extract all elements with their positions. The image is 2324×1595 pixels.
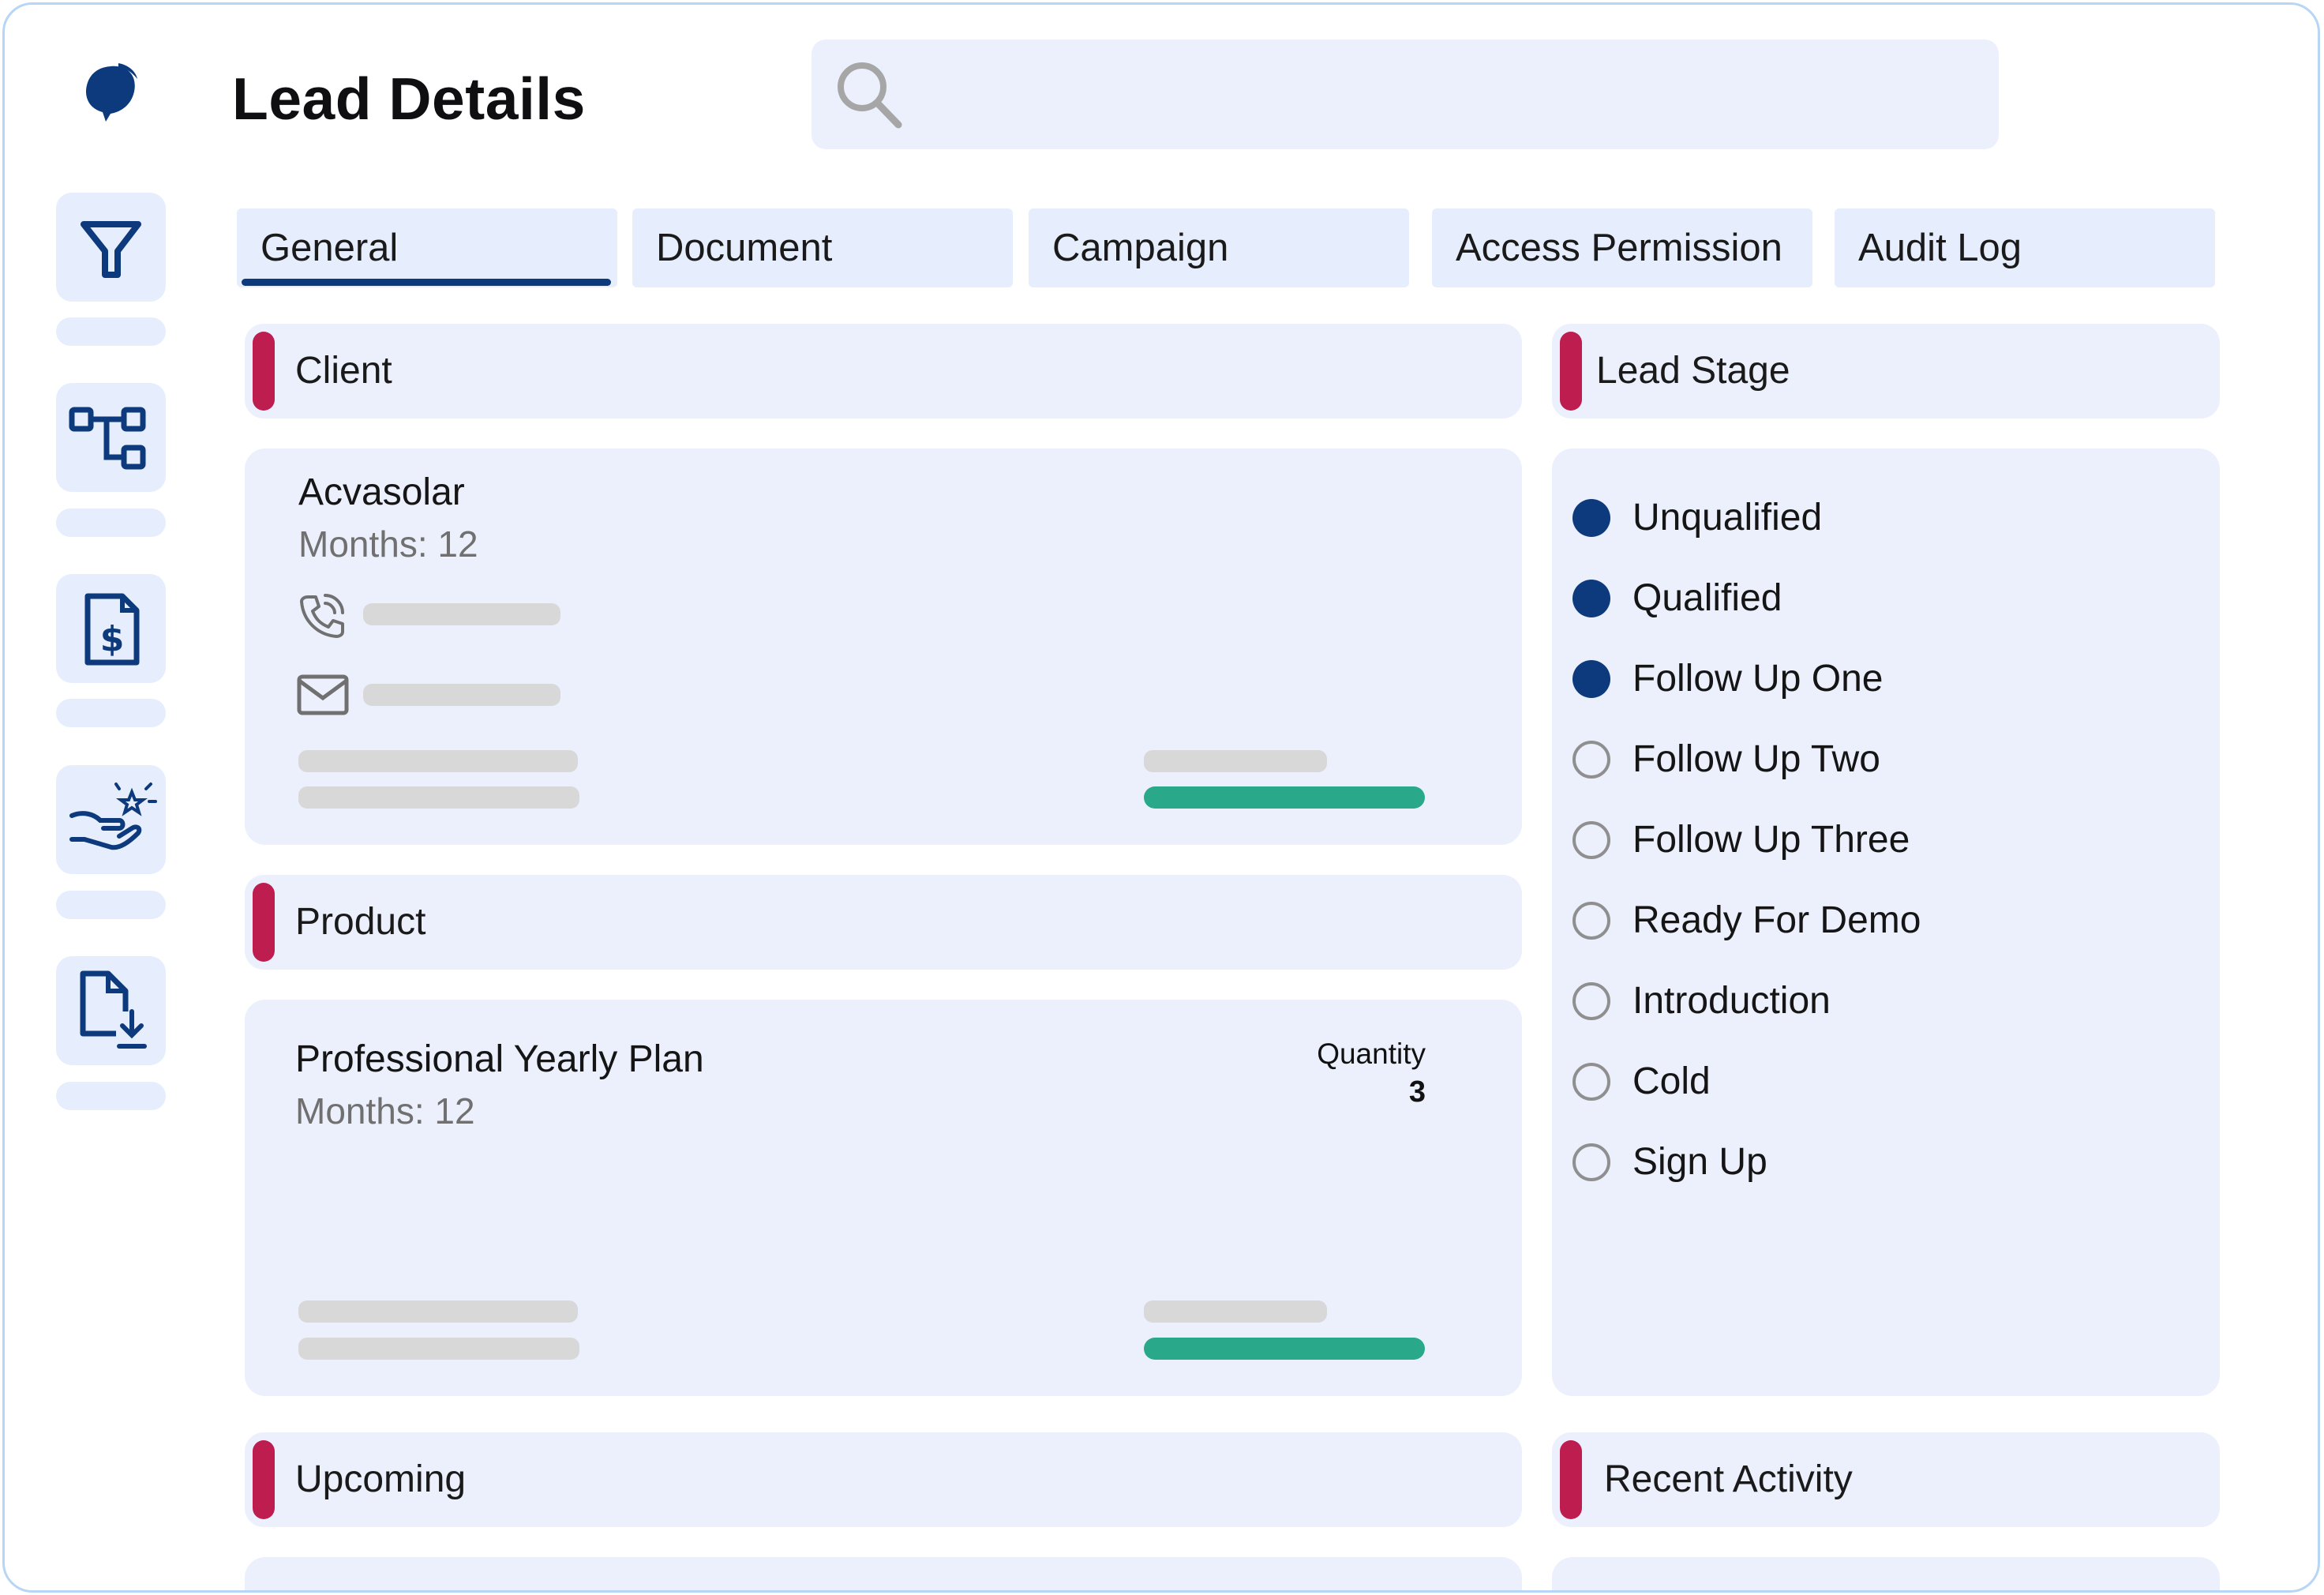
stage-status-dot [1572,741,1610,779]
text-placeholder [298,1300,578,1323]
file-download-icon [80,970,147,1049]
stage-label: Sign Up [1632,1141,1767,1183]
stage-status-dot [1572,499,1610,537]
sidebar-item-deals[interactable] [56,765,166,874]
recent-activity-card [1552,1557,2220,1590]
page-title: Lead Details [232,66,586,132]
stage-status-dot [1572,982,1610,1020]
stage-status-dot [1572,1143,1610,1181]
upcoming-card [245,1557,1522,1590]
section-accent-bar [253,883,275,962]
text-placeholder [298,786,579,809]
section-accent-bar [1560,1440,1582,1519]
sidebar-item-invoice[interactable]: $ [56,574,166,683]
tab-access-permission[interactable]: Access Permission [1432,208,1812,287]
stage-label: Follow Up Two [1632,738,1880,780]
sidebar-item-label [56,1082,166,1110]
stage-status-dot [1572,902,1610,940]
svg-text:$: $ [100,619,125,659]
text-placeholder [298,1338,579,1360]
section-accent-bar [253,332,275,411]
product-name: Professional Yearly Plan [295,1038,704,1080]
sidebar-item-hierarchy[interactable] [56,383,166,492]
sidebar-item-label [56,509,166,537]
stage-label: Ready For Demo [1632,899,1921,941]
text-placeholder [1144,1300,1327,1323]
stage-label: Follow Up Three [1632,819,1910,861]
section-accent-bar [1560,332,1582,411]
client-card: Acvasolar Months: 12 [245,448,1522,845]
app-window: Lead Details $ General Document Campaign… [2,2,2320,1593]
section-title: Lead Stage [1596,350,1790,392]
stage-label: Cold [1632,1060,1711,1102]
search-input[interactable] [812,39,1999,149]
recent-activity-section-header: Recent Activity [1552,1432,2220,1527]
product-months: Months: 12 [295,1090,475,1132]
quantity-value: 3 [1408,1075,1426,1109]
mail-icon[interactable] [297,674,349,715]
stage-status-dot [1572,580,1610,617]
stage-label: Introduction [1632,980,1831,1022]
client-section-header: Client [245,324,1522,418]
upcoming-section-header: Upcoming [245,1432,1522,1527]
sidebar-item-label [56,891,166,919]
search-icon [838,62,902,129]
leaf-bubble-logo-icon[interactable] [79,60,142,126]
sidebar-item-filter[interactable] [56,193,166,302]
section-title: Recent Activity [1604,1458,1853,1500]
client-name: Acvasolar [298,471,465,513]
quantity-label: Quantity [1317,1038,1426,1070]
quantity-block: Quantity 3 [1271,1038,1426,1116]
status-bar [1144,786,1425,809]
sidebar-item-label [56,317,166,346]
stage-label: Qualified [1632,577,1782,619]
product-card: Professional Yearly Plan Months: 12 Quan… [245,1000,1522,1396]
section-accent-bar [253,1440,275,1519]
text-placeholder [298,750,578,772]
section-title: Upcoming [295,1458,467,1500]
sidebar-item-download[interactable] [56,956,166,1065]
text-placeholder [1144,750,1327,772]
stage-status-dot [1572,1063,1610,1101]
hand-star-icon [69,782,157,850]
stage-status-dot [1572,821,1610,859]
tab-document[interactable]: Document [632,208,1013,287]
hierarchy-icon [69,407,146,470]
email-value-placeholder [363,684,560,706]
stage-label: Unqualified [1632,497,1823,539]
phone-icon[interactable] [297,591,347,641]
lead-stage-section-header: Lead Stage [1552,324,2220,418]
phone-value-placeholder [363,603,560,625]
tab-general[interactable]: General [237,208,617,287]
product-section-header: Product [245,875,1522,970]
tab-audit-log[interactable]: Audit Log [1835,208,2215,287]
stage-label: Follow Up One [1632,658,1884,700]
stage-status-dot [1572,660,1610,698]
section-title: Product [295,901,426,943]
client-months: Months: 12 [298,524,478,565]
status-bar [1144,1338,1425,1360]
tab-campaign[interactable]: Campaign [1029,208,1409,287]
filter-icon [81,221,141,278]
sidebar-item-label [56,699,166,727]
section-title: Client [295,350,392,392]
invoice-dollar-icon: $ [84,593,140,666]
